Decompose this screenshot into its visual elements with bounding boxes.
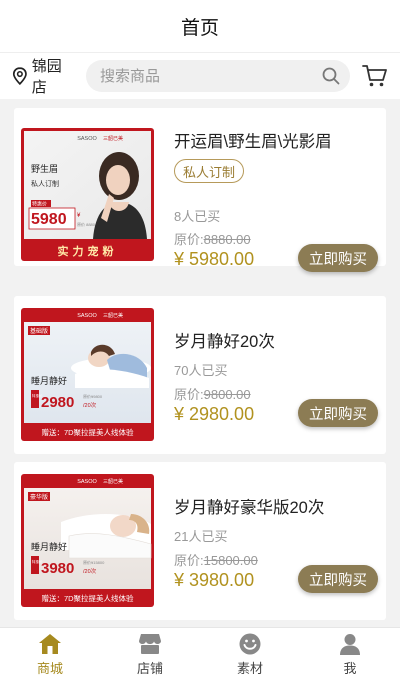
poster-per-count: /20次 bbox=[83, 401, 97, 409]
cart-button[interactable] bbox=[362, 64, 388, 88]
sale-price: ¥ 2980.00 bbox=[174, 404, 255, 424]
tab-me[interactable]: 我 bbox=[300, 628, 400, 680]
poster-corner-label: 豪华版 bbox=[30, 493, 48, 501]
product-name[interactable]: 开运眉\野生眉\光影眉 bbox=[174, 128, 332, 152]
original-price-value: 15800.00 bbox=[203, 553, 258, 568]
material-icon bbox=[239, 633, 261, 655]
search-icon[interactable] bbox=[322, 67, 340, 85]
buy-now-button[interactable]: 立即购买 bbox=[298, 244, 378, 272]
user-icon bbox=[340, 634, 360, 655]
home-icon bbox=[39, 634, 61, 654]
original-price-label: 原价: bbox=[174, 553, 204, 568]
title-bar: 首页 bbox=[0, 0, 400, 52]
poster-brand: SASOO bbox=[77, 479, 97, 485]
poster-subtitle: 私人订制 bbox=[31, 179, 59, 188]
original-price: 原价:8880.00 bbox=[174, 229, 251, 248]
product-info: 开运眉\野生眉\光影眉 私人订制 8人已买 原价:8880.00 ¥ 5980.… bbox=[174, 108, 378, 272]
location-pin-icon bbox=[12, 67, 27, 85]
product-tag: 私人订制 bbox=[174, 159, 245, 183]
tab-mall[interactable]: 商城 bbox=[0, 628, 100, 680]
sold-count: 21人已买 bbox=[174, 529, 228, 544]
product-name[interactable]: 岁月静好豪华版20次 bbox=[174, 494, 324, 518]
poster-big-price: 3980 bbox=[41, 560, 74, 577]
tab-material[interactable]: 素材 bbox=[200, 628, 300, 680]
product-list[interactable]: SASOO 三韶已美 野生眉 私人订制 特惠价 5980 ¥ 原价 8880 实… bbox=[0, 99, 400, 627]
bottom-tab-bar: 商城 店铺 素材 我 bbox=[0, 627, 400, 680]
product-card[interactable]: SASOO 三韶已美 野生眉 私人订制 特惠价 5980 ¥ 原价 8880 实… bbox=[14, 108, 386, 272]
poster-banner: 赠送：7D聚拉提美人线体验 bbox=[41, 427, 134, 437]
sale-price: ¥ 5980.00 bbox=[174, 249, 255, 269]
tab-label: 商城 bbox=[36, 661, 63, 676]
buy-now-button[interactable]: 立即购买 bbox=[298, 399, 378, 427]
poster-title: 野生眉 bbox=[31, 163, 58, 174]
poster-corner-label: 基础版 bbox=[30, 327, 48, 335]
poster-badge: 特惠价 bbox=[32, 201, 47, 208]
product-name[interactable]: 岁月静好20次 bbox=[174, 328, 275, 352]
search-input[interactable] bbox=[100, 67, 322, 85]
tab-label: 素材 bbox=[236, 661, 263, 676]
sold-count: 70人已买 bbox=[174, 363, 228, 378]
poster-big-price: 2980 bbox=[41, 394, 74, 411]
product-info: 岁月静好20次 70人已买 原价:9800.00 ¥ 2980.00 立即购买 bbox=[174, 296, 378, 454]
original-price-value: 9800.00 bbox=[203, 387, 251, 402]
shop-icon bbox=[139, 634, 161, 654]
product-card[interactable]: SASOO 三韶已美 基础版 睡月静好 特惠价 2980 原价¥9800 /20… bbox=[14, 296, 386, 454]
poster-banner: 赠送：7D聚拉提美人线体验 bbox=[41, 593, 134, 603]
product-info: 岁月静好豪华版20次 21人已买 原价:15800.00 ¥ 3980.00 立… bbox=[174, 462, 378, 620]
poster-big-price: 5980 bbox=[31, 211, 67, 228]
original-price-label: 原价: bbox=[174, 232, 204, 247]
poster-original-price: 原价¥9800 bbox=[83, 394, 103, 399]
poster-brand: SASOO bbox=[77, 313, 97, 319]
original-price: 原价:9800.00 bbox=[174, 384, 251, 403]
product-card[interactable]: SASOO 三韶已美 豪华版 睡月静好 特惠价 3980 原价¥15800 /2… bbox=[14, 462, 386, 620]
tab-label: 我 bbox=[343, 661, 357, 676]
store-name: 锦园店 bbox=[31, 58, 62, 96]
poster-brand-right: 三韶已美 bbox=[103, 135, 123, 142]
poster-title: 睡月静好 bbox=[31, 541, 67, 552]
poster-banner: 实力宠粉 bbox=[58, 244, 118, 258]
product-poster-image[interactable]: SASOO 三韶已美 豪华版 睡月静好 特惠价 3980 原价¥15800 /2… bbox=[21, 474, 154, 607]
product-poster-image[interactable]: SASOO 三韶已美 基础版 睡月静好 特惠价 2980 原价¥9800 /20… bbox=[21, 308, 154, 441]
poster-brand-right: 三韶已美 bbox=[103, 478, 123, 485]
page-title: 首页 bbox=[180, 17, 219, 39]
tab-label: 店铺 bbox=[136, 661, 163, 676]
search-box[interactable] bbox=[86, 60, 350, 92]
search-bar: 锦园店 bbox=[0, 52, 400, 99]
poster-original-price: 原价 8880 bbox=[77, 222, 96, 227]
buy-now-button[interactable]: 立即购买 bbox=[298, 565, 378, 593]
poster-brand-right: 三韶已美 bbox=[103, 312, 123, 319]
product-poster-image[interactable]: SASOO 三韶已美 野生眉 私人订制 特惠价 5980 ¥ 原价 8880 实… bbox=[21, 128, 154, 261]
original-price-label: 原价: bbox=[174, 387, 204, 402]
poster-original-price: 原价¥15800 bbox=[83, 560, 105, 565]
poster-per-count: /20次 bbox=[83, 567, 97, 575]
tab-shop[interactable]: 店铺 bbox=[100, 628, 200, 680]
poster-brand: SASOO bbox=[77, 136, 97, 142]
sale-price: ¥ 3980.00 bbox=[174, 570, 255, 590]
sold-count: 8人已买 bbox=[174, 209, 221, 224]
original-price: 原价:15800.00 bbox=[174, 550, 258, 569]
store-selector[interactable]: 锦园店 bbox=[12, 55, 76, 97]
original-price-value: 8880.00 bbox=[203, 232, 251, 247]
cart-icon bbox=[362, 65, 387, 87]
poster-title: 睡月静好 bbox=[31, 375, 67, 386]
